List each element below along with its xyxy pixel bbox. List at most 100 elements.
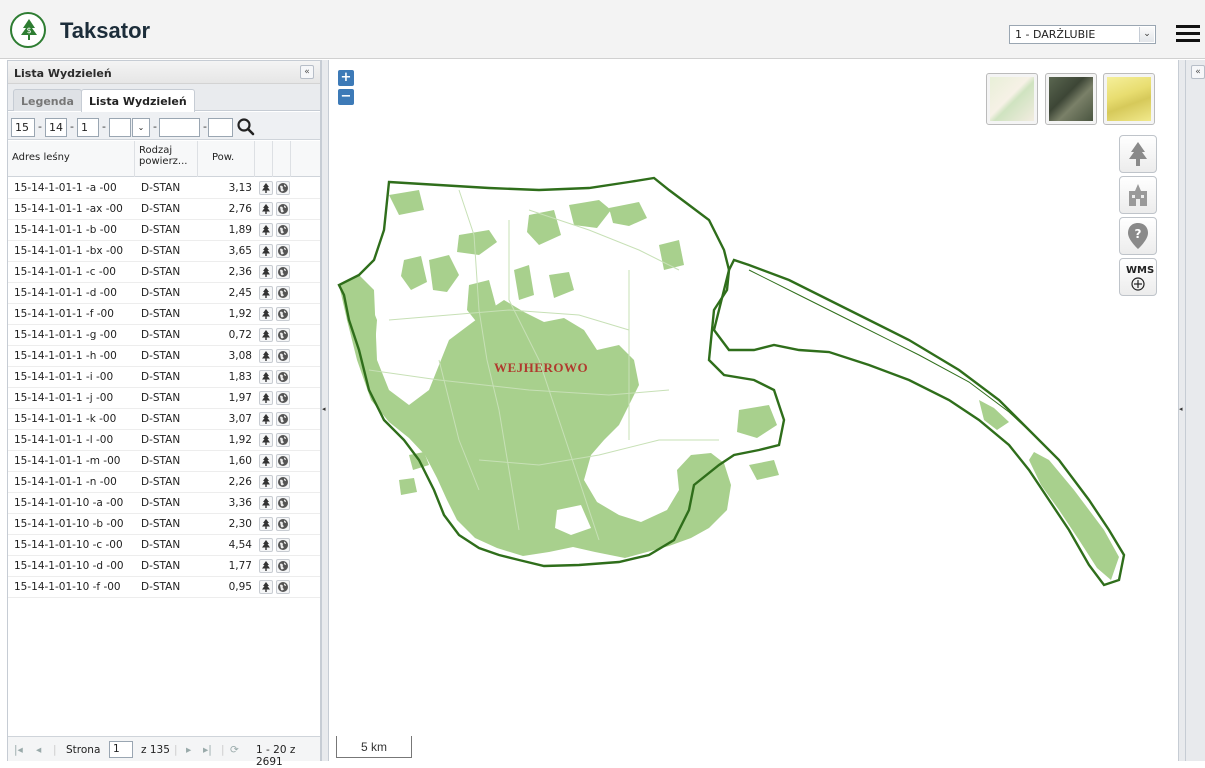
basemap-streets-button[interactable] [986, 73, 1038, 125]
globe-icon[interactable] [276, 517, 290, 531]
globe-icon[interactable] [276, 244, 290, 258]
table-row[interactable]: 15-14-1-01-1 -ax -00 D-STAN 2,76 [8, 199, 320, 220]
globe-icon[interactable] [276, 328, 290, 342]
first-page-icon[interactable]: |◂ [14, 744, 23, 756]
table-row[interactable]: 15-14-1-01-1 -n -00 D-STAN 2,26 [8, 472, 320, 493]
row-address: 15-14-1-01-1 -n -00 [14, 476, 117, 488]
table-row[interactable]: 15-14-1-01-1 -j -00 D-STAN 1,97 [8, 388, 320, 409]
zoom-out-button[interactable]: − [338, 89, 354, 105]
tree-icon[interactable] [259, 475, 273, 489]
expand-right-panel-button[interactable]: « [1191, 65, 1205, 79]
page-total: z 135 [141, 744, 170, 756]
district-select[interactable]: 1 - DARŻLUBIE ⌄ [1009, 25, 1156, 44]
table-row[interactable]: 15-14-1-01-1 -h -00 D-STAN 3,08 [8, 346, 320, 367]
row-address: 15-14-1-01-1 -i -00 [14, 371, 114, 383]
tree-icon[interactable] [259, 202, 273, 216]
table-row[interactable]: 15-14-1-01-10 -d -00 D-STAN 1,77 [8, 556, 320, 577]
globe-icon[interactable] [276, 349, 290, 363]
table-row[interactable]: 15-14-1-01-1 -g -00 D-STAN 0,72 [8, 325, 320, 346]
row-area: 1,92 [228, 434, 252, 446]
globe-icon[interactable] [276, 412, 290, 426]
tree-icon[interactable] [259, 559, 273, 573]
table-row[interactable]: 15-14-1-01-1 -f -00 D-STAN 1,92 [8, 304, 320, 325]
tree-icon[interactable] [259, 454, 273, 468]
row-address: 15-14-1-01-1 -m -00 [14, 455, 121, 467]
globe-icon[interactable] [276, 370, 290, 384]
tree-icon[interactable] [259, 181, 273, 195]
filter-field-2[interactable]: 14 [45, 118, 67, 137]
tree-icon[interactable] [259, 265, 273, 279]
globe-icon[interactable] [276, 265, 290, 279]
column-header-type[interactable]: Rodzaj powierz... [135, 141, 198, 177]
prev-page-icon[interactable]: ◂ [36, 744, 41, 756]
table-row[interactable]: 15-14-1-01-10 -b -00 D-STAN 2,30 [8, 514, 320, 535]
filter-field-1[interactable]: 15 [11, 118, 35, 137]
filter-field-3[interactable]: 1 [77, 118, 99, 137]
basemap-satellite-button[interactable] [1045, 73, 1097, 125]
table-row[interactable]: 15-14-1-01-1 -c -00 D-STAN 2,36 [8, 262, 320, 283]
column-header-address[interactable]: Adres leśny [8, 141, 135, 177]
filter-field-4[interactable] [109, 118, 131, 137]
globe-icon[interactable] [276, 433, 290, 447]
refresh-icon[interactable]: ⟳ [230, 744, 239, 756]
building-layer-button[interactable] [1119, 176, 1157, 214]
globe-icon[interactable] [276, 307, 290, 321]
tree-icon[interactable] [259, 580, 273, 594]
hamburger-menu-icon[interactable] [1176, 25, 1200, 43]
tree-icon[interactable] [259, 286, 273, 300]
globe-icon[interactable] [276, 181, 290, 195]
tree-icon[interactable] [259, 328, 273, 342]
table-row[interactable]: 15-14-1-01-10 -c -00 D-STAN 4,54 [8, 535, 320, 556]
tree-icon[interactable] [259, 433, 273, 447]
globe-icon[interactable] [276, 286, 290, 300]
row-area: 2,36 [228, 266, 252, 278]
tab-list[interactable]: Lista Wydzieleń [81, 89, 195, 112]
filter-field-6[interactable] [208, 118, 233, 137]
row-address: 15-14-1-01-1 -c -00 [14, 266, 116, 278]
globe-icon[interactable] [276, 223, 290, 237]
filter-dropdown[interactable]: ⌄ [132, 118, 150, 137]
collapse-panel-button[interactable]: « [300, 65, 314, 79]
filter-field-5[interactable] [159, 118, 200, 137]
wms-add-button[interactable]: WMS [1119, 258, 1157, 296]
map-view[interactable]: WEJHEROWO + − ? WMS 5 km [329, 60, 1178, 761]
search-icon[interactable] [236, 117, 256, 137]
globe-icon[interactable] [276, 454, 290, 468]
tab-legend[interactable]: Legenda [13, 89, 82, 111]
basemap-terrain-button[interactable] [1103, 73, 1155, 125]
next-page-icon[interactable]: ▸ [186, 744, 191, 756]
tree-icon[interactable] [259, 517, 273, 531]
tree-icon[interactable] [259, 307, 273, 321]
globe-icon[interactable] [276, 202, 290, 216]
globe-icon[interactable] [276, 475, 290, 489]
table-row[interactable]: 15-14-1-01-10 -f -00 D-STAN 0,95 [8, 577, 320, 598]
table-row[interactable]: 15-14-1-01-1 -l -00 D-STAN 1,92 [8, 430, 320, 451]
page-input[interactable]: 1 [109, 741, 133, 758]
column-header-area[interactable]: Pow. [198, 141, 255, 177]
info-button[interactable]: ? [1119, 217, 1157, 255]
globe-icon[interactable] [276, 538, 290, 552]
tree-icon[interactable] [259, 244, 273, 258]
table-row[interactable]: 15-14-1-01-1 -k -00 D-STAN 3,07 [8, 409, 320, 430]
table-row[interactable]: 15-14-1-01-1 -b -00 D-STAN 1,89 [8, 220, 320, 241]
tree-icon[interactable] [259, 349, 273, 363]
globe-icon[interactable] [276, 559, 290, 573]
tree-icon[interactable] [259, 496, 273, 510]
tree-icon[interactable] [259, 412, 273, 426]
tree-icon[interactable] [259, 391, 273, 405]
tree-icon[interactable] [259, 223, 273, 237]
table-row[interactable]: 15-14-1-01-1 -bx -00 D-STAN 3,65 [8, 241, 320, 262]
table-row[interactable]: 15-14-1-01-1 -i -00 D-STAN 1,83 [8, 367, 320, 388]
table-row[interactable]: 15-14-1-01-10 -a -00 D-STAN 3,36 [8, 493, 320, 514]
globe-icon[interactable] [276, 580, 290, 594]
table-row[interactable]: 15-14-1-01-1 -d -00 D-STAN 2,45 [8, 283, 320, 304]
last-page-icon[interactable]: ▸| [203, 744, 212, 756]
globe-icon[interactable] [276, 496, 290, 510]
zoom-in-button[interactable]: + [338, 70, 354, 86]
forest-layer-button[interactable] [1119, 135, 1157, 173]
globe-icon[interactable] [276, 391, 290, 405]
table-row[interactable]: 15-14-1-01-1 -m -00 D-STAN 1,60 [8, 451, 320, 472]
table-row[interactable]: 15-14-1-01-1 -a -00 D-STAN 3,13 [8, 178, 320, 199]
tree-icon[interactable] [259, 370, 273, 384]
tree-icon[interactable] [259, 538, 273, 552]
